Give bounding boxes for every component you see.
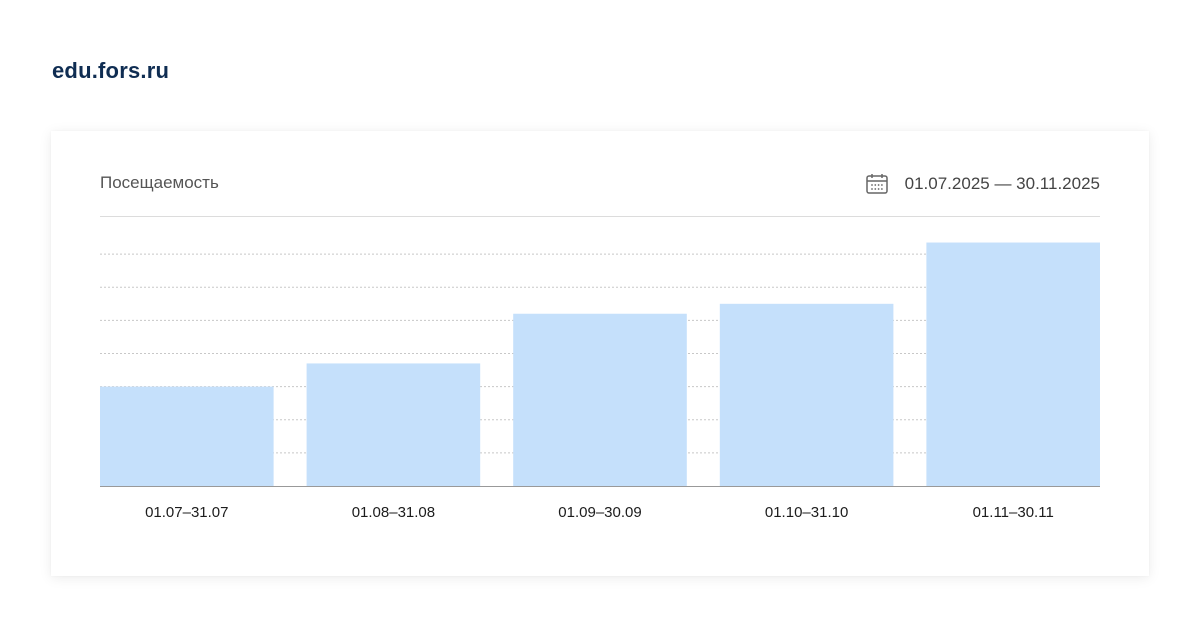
card-title: Посещаемость <box>100 173 219 192</box>
attendance-card: 01.07–31.07 01.08–31.08 01.09–30.09 01.10–3… <box>51 131 1149 576</box>
x-tick-label: 01.09–30.09 <box>558 504 641 521</box>
date-range-picker[interactable]: 01.07.2025 — 30.11.2025 <box>865 172 1100 196</box>
x-tick-label: 01.08–31.08 <box>352 504 435 521</box>
bar-3[interactable] <box>513 313 687 486</box>
x-tick-label: 01.10–31.10 <box>765 504 848 521</box>
bar-5[interactable] <box>926 242 1100 486</box>
x-axis-labels: 01.07–31.07 01.08–31.08 01.09–30.09 01.10–3… <box>145 504 1054 521</box>
bar-1[interactable] <box>100 386 274 486</box>
card-header: Посещаемость 01.07.2025 — 30.11.2025 <box>100 159 1100 217</box>
calendar-icon[interactable] <box>865 172 889 196</box>
date-range-text[interactable]: 01.07.2025 — 30.11.2025 <box>905 174 1100 194</box>
x-tick-label: 01.11–30.11 <box>973 504 1054 521</box>
bar-2[interactable] <box>306 363 481 486</box>
site-logo[interactable]: edu.fors.ru <box>52 58 169 84</box>
bars <box>100 242 1100 486</box>
x-tick-label: 01.07–31.07 <box>145 504 228 521</box>
bar-4[interactable] <box>719 303 894 486</box>
